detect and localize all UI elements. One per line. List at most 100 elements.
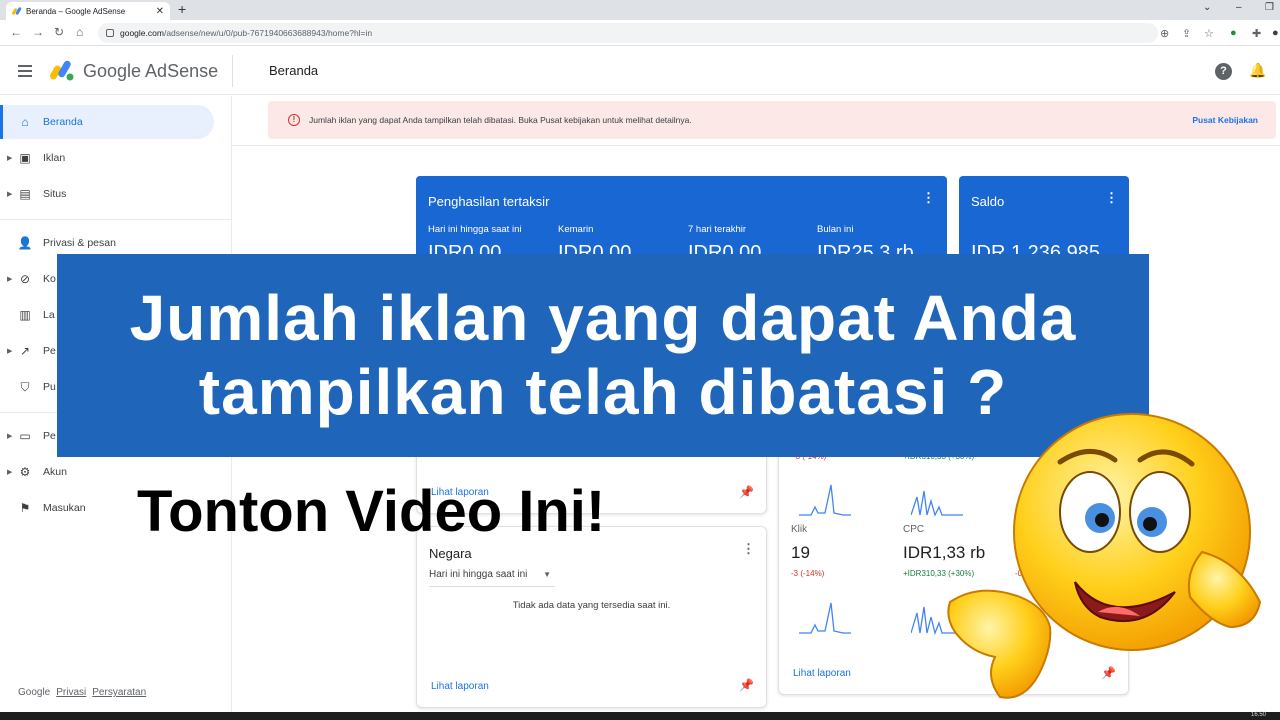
- menu-icon[interactable]: [18, 65, 32, 77]
- terms-link[interactable]: Persyaratan: [92, 687, 146, 698]
- balance-title: Saldo: [971, 194, 1005, 209]
- cpc-label: CPC: [903, 524, 925, 535]
- tab-title: Beranda – Google AdSense: [26, 6, 126, 16]
- gear-icon: ⚙: [19, 465, 31, 479]
- expand-caret-icon: ▶: [7, 469, 13, 476]
- country-card: Negara ⋮ Hari ini hingga saat ini ▼ Tida…: [416, 526, 767, 708]
- earnings-title: Penghasilan tertaksir: [428, 194, 550, 209]
- minimize-icon[interactable]: –: [1236, 2, 1242, 13]
- sidebar-item-sites[interactable]: ▶ ▤ Situs: [0, 177, 214, 211]
- pin-icon[interactable]: 📌: [739, 678, 754, 692]
- more-vert-icon[interactable]: ⋮: [742, 542, 755, 555]
- sidebar-item-ads[interactable]: ▶ ▣ Iklan: [0, 141, 214, 175]
- sidebar-item-label: Privasi & pesan: [43, 237, 116, 249]
- lock-icon: [106, 29, 114, 37]
- sparkline-icon: [799, 602, 851, 634]
- metric-label: Kemarin: [558, 224, 594, 235]
- error-icon: !: [288, 114, 300, 126]
- sidebar-item-label: Masukan: [43, 502, 86, 514]
- date-range-dropdown[interactable]: Hari ini hingga saat ini ▼: [429, 569, 555, 587]
- sidebar-item-label: Ko: [43, 273, 56, 285]
- pin-icon[interactable]: 📌: [739, 485, 754, 499]
- dropdown-value: Hari ini hingga saat ini: [429, 569, 528, 580]
- sidebar-item-home[interactable]: ⌂ Beranda: [0, 105, 214, 139]
- sidebar-item-label: Pe: [43, 430, 56, 442]
- call-to-action-text: Tonton Video Ini!: [137, 479, 606, 544]
- restore-icon[interactable]: ❐: [1265, 2, 1274, 13]
- browser-tab[interactable]: Beranda – Google AdSense ✕: [6, 2, 170, 20]
- back-icon[interactable]: ←: [10, 25, 22, 39]
- notifications-bell-icon[interactable]: 🔔: [1249, 62, 1266, 79]
- sites-icon: ▤: [19, 187, 31, 201]
- policy-center-link[interactable]: Pusat Kebijakan: [1192, 115, 1258, 125]
- browser-tab-bar: Beranda – Google AdSense ✕ + ⌄ – ❐: [0, 0, 1280, 20]
- brand-name: Google AdSense: [83, 61, 219, 81]
- forward-icon[interactable]: →: [32, 25, 44, 39]
- share-icon[interactable]: ⇪: [1182, 27, 1191, 40]
- sidebar-item-label: La: [43, 309, 55, 321]
- sidebar-item-label: Pe: [43, 345, 56, 357]
- sidebar-item-label: Pu: [43, 381, 56, 393]
- sidebar-footer: Google Privasi Persyaratan: [18, 687, 146, 698]
- balance-card: Saldo ⋮ IDR 1.236.985: [959, 176, 1129, 264]
- bookmark-star-icon[interactable]: ☆: [1204, 27, 1214, 40]
- metric-label: 7 hari terakhir: [688, 224, 747, 235]
- os-taskbar: 16.50: [0, 712, 1280, 720]
- address-input[interactable]: google.com/adsense/new/u/0/pub-767194066…: [98, 23, 1158, 43]
- sidebar-divider: [0, 219, 232, 220]
- app-header: Google AdSense Beranda ? 🔔: [0, 47, 1280, 95]
- sidebar-item-label: Akun: [43, 466, 67, 478]
- banner-line-1: Jumlah iklan yang dapat Anda: [129, 281, 1077, 354]
- banner-line-2: tampilkan telah dibatasi ?: [198, 355, 1008, 428]
- expand-caret-icon: ▶: [7, 191, 13, 198]
- clicks-delta: -3 (-14%): [791, 569, 825, 578]
- help-icon[interactable]: ?: [1215, 63, 1232, 80]
- earnings-card: Penghasilan tertaksir ⋮ Hari ini hingga …: [416, 176, 947, 264]
- clicks-value: 19: [791, 543, 810, 562]
- expand-caret-icon: ▶: [7, 276, 13, 283]
- header-divider: [232, 55, 233, 87]
- zoom-icon[interactable]: ⊕: [1160, 27, 1169, 40]
- home-icon[interactable]: ⌂: [76, 25, 83, 39]
- expand-caret-icon: ▶: [7, 155, 13, 162]
- view-report-link[interactable]: Lihat laporan: [431, 681, 489, 692]
- browser-toolbar: ← → ↻ ⌂ google.com/adsense/new/u/0/pub-7…: [0, 20, 1280, 46]
- sidebar-item-label: Situs: [43, 188, 67, 200]
- reload-icon[interactable]: ↻: [54, 25, 64, 39]
- feedback-icon: ⚑: [19, 501, 31, 515]
- clicks-label: Klik: [791, 524, 808, 535]
- dropdown-arrow-icon: ▼: [543, 570, 551, 579]
- metric-label: Hari ini hingga saat ini: [428, 224, 522, 235]
- tab-close-icon[interactable]: ✕: [156, 6, 164, 17]
- more-vert-icon[interactable]: ⋮: [922, 191, 935, 204]
- block-icon: ⊘: [19, 272, 31, 286]
- sidebar-item-label: Beranda: [43, 116, 83, 128]
- smiley-emoji-icon: [947, 413, 1262, 699]
- new-tab-icon[interactable]: +: [178, 1, 186, 17]
- sidebar-item-label: Iklan: [43, 152, 66, 164]
- main-divider: [232, 145, 1280, 146]
- extension-icon[interactable]: ●: [1230, 27, 1237, 39]
- tab-search-chevron-icon[interactable]: ⌄: [1203, 2, 1211, 13]
- home-icon: ⌂: [21, 115, 29, 129]
- footer-google: Google: [18, 687, 51, 698]
- person-icon: 👤: [17, 236, 33, 250]
- expand-caret-icon: ▶: [7, 348, 13, 355]
- adsense-favicon-icon: [12, 7, 22, 15]
- more-vert-icon[interactable]: ⋮: [1105, 191, 1118, 204]
- view-report-link[interactable]: Lihat laporan: [793, 668, 851, 679]
- alert-text: Jumlah iklan yang dapat Anda tampilkan t…: [309, 115, 692, 125]
- payments-icon: ▭: [19, 429, 31, 443]
- policy-alert: ! Jumlah iklan yang dapat Anda tampilkan…: [268, 101, 1276, 139]
- trending-icon: ↗: [19, 344, 31, 358]
- privacy-link[interactable]: Privasi: [56, 687, 86, 698]
- taskbar-clock: 16.50: [1250, 712, 1266, 718]
- metric-label: Bulan ini: [817, 224, 854, 235]
- url-path: /adsense/new/u/0/pub-7671940663688943/ho…: [163, 28, 373, 38]
- empty-state-text: Tidak ada data yang tersedia saat ini.: [512, 600, 671, 611]
- extensions-puzzle-icon[interactable]: ✚: [1252, 27, 1261, 40]
- sparkline-icon: [799, 484, 851, 516]
- profile-avatar[interactable]: ●: [1272, 27, 1279, 39]
- expand-caret-icon: ▶: [7, 433, 13, 440]
- shield-icon: ⛉: [20, 379, 30, 394]
